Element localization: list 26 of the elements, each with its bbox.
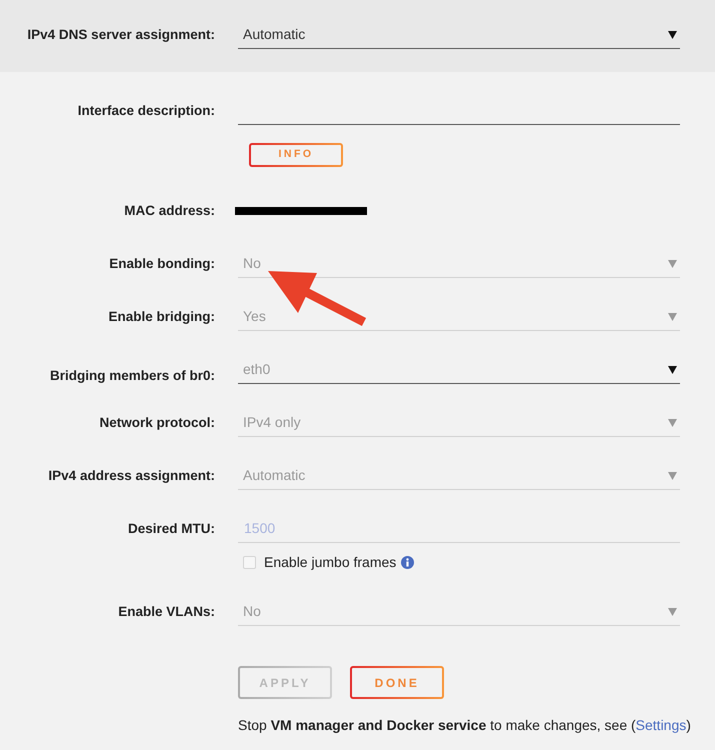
settings-link[interactable]: Settings: [636, 717, 686, 733]
caret-icon: [668, 472, 677, 480]
select-field[interactable]: eth0: [238, 356, 680, 384]
caret-icon: [668, 366, 677, 374]
caret-icon: [668, 608, 677, 616]
field-label: Interface description:: [78, 103, 215, 119]
info-button[interactable]: INFO: [249, 143, 343, 167]
field-label: MAC address:: [124, 203, 215, 219]
field-label: Enable bonding:: [109, 256, 215, 272]
field-label: Enable VLANs:: [118, 604, 215, 620]
select-field[interactable]: Automatic: [238, 21, 680, 49]
field-label: Bridging members of br0:: [50, 368, 215, 384]
done-button[interactable]: DONE: [350, 666, 444, 699]
field-label: IPv4 address assignment:: [48, 468, 215, 484]
field-label: Enable bridging:: [108, 309, 215, 325]
caret-icon: [668, 418, 677, 426]
info-icon[interactable]: [401, 556, 414, 569]
field-label: IPv4 DNS server assignment:: [27, 27, 215, 43]
caret-icon: [668, 30, 677, 38]
caret-icon: [668, 260, 677, 268]
caret-icon: [668, 312, 677, 320]
checkbox-label: Enable jumbo frames: [264, 553, 396, 572]
field-label: Network protocol:: [99, 415, 215, 431]
field-label: Desired MTU:: [128, 521, 215, 537]
notice-text: Stop VM manager and Docker service to make changes, see (Settings): [238, 716, 692, 734]
checkbox[interactable]: [243, 556, 256, 569]
